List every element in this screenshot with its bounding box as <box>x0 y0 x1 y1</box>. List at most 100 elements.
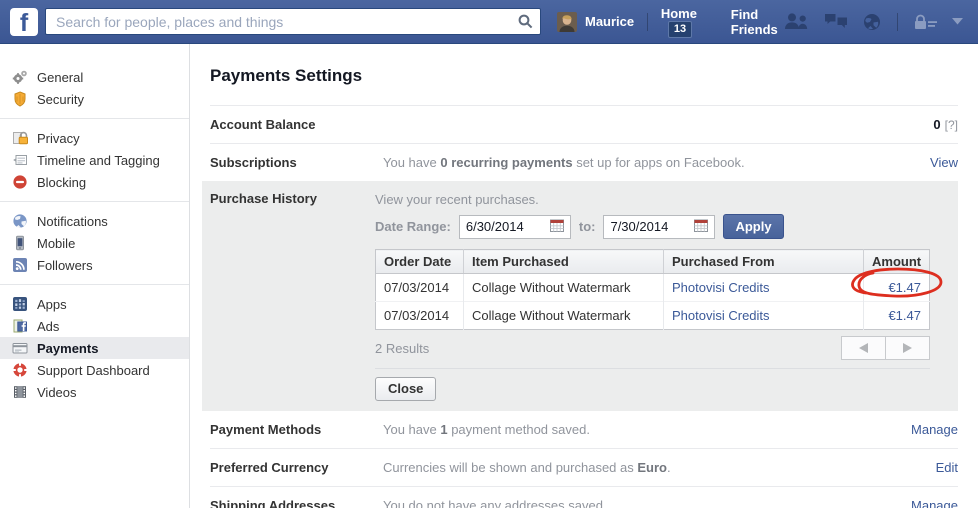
subscriptions-view-link[interactable]: View <box>930 155 958 170</box>
topbar-right: Maurice Home13 Find Friends <box>557 6 964 38</box>
prev-page-button[interactable] <box>841 336 886 360</box>
subscriptions-label: Subscriptions <box>210 155 297 170</box>
date-to-input[interactable]: 7/30/2014 <box>603 214 716 239</box>
cell-item: Collage Without Watermark <box>463 273 664 302</box>
sidebar-group: Privacy Timeline and Tagging Blocking <box>0 118 189 201</box>
subscriptions-row: Subscriptions You have 0 recurring payme… <box>210 143 958 181</box>
subscriptions-text: You have 0 recurring payments set up for… <box>383 155 745 170</box>
date-from-input[interactable]: 6/30/2014 <box>458 214 571 239</box>
calendar-icon[interactable] <box>549 219 564 235</box>
payments-icon <box>12 340 28 356</box>
purchase-table: Order Date Item Purchased Purchased From… <box>375 249 930 330</box>
preferred-currency-row: Preferred Currency Currencies will be sh… <box>210 448 958 486</box>
sidebar-item-label: Support Dashboard <box>37 362 150 378</box>
prev-page-icon <box>859 343 868 353</box>
preferred-currency-edit-link[interactable]: Edit <box>936 460 958 475</box>
next-page-button[interactable] <box>885 336 930 360</box>
preferred-currency-text: Currencies will be shown and purchased a… <box>383 460 671 475</box>
shipping-addresses-manage-link[interactable]: Manage <box>911 498 958 508</box>
shipping-addresses-row: Shipping Addresses You do not have any a… <box>210 486 958 508</box>
search-input[interactable] <box>45 8 541 35</box>
profile-link[interactable]: Maurice <box>557 11 634 32</box>
sidebar-item-label: Ads <box>37 318 60 334</box>
sidebar-item-ads[interactable]: Ads <box>0 315 189 337</box>
sidebar-item-label: Privacy <box>37 130 80 146</box>
sidebar-item-videos[interactable]: Videos <box>0 381 189 403</box>
sidebar-item-payments[interactable]: Payments <box>0 337 189 359</box>
sidebar-item-security[interactable]: Security <box>0 88 189 110</box>
blocking-icon <box>12 174 28 190</box>
date-to-label: to: <box>578 219 596 234</box>
close-row: Close <box>375 368 930 401</box>
search-icon[interactable] <box>518 14 533 34</box>
payment-methods-label: Payment Methods <box>210 422 322 437</box>
col-order-date: Order Date <box>375 249 464 274</box>
shipping-addresses-text: You do not have any addresses saved. <box>383 498 607 508</box>
friend-requests-icon[interactable] <box>784 13 809 30</box>
close-button[interactable]: Close <box>375 377 437 401</box>
account-menu-caret-icon[interactable] <box>952 18 964 25</box>
sidebar-item-followers[interactable]: Followers <box>0 254 189 276</box>
topbar-divider <box>897 12 899 31</box>
account-balance-help-link[interactable]: [?] <box>945 118 958 132</box>
sidebar-group: Apps Ads Payments Support Dashboard Vide… <box>0 284 189 411</box>
purchased-from-link[interactable]: Photovisi Credits <box>672 280 770 295</box>
sidebar-item-notifications[interactable]: Notifications <box>0 210 189 232</box>
messages-icon[interactable] <box>824 13 848 30</box>
cell-item: Collage Without Watermark <box>463 301 664 330</box>
purchase-history-label: Purchase History <box>210 191 317 206</box>
shield-icon <box>12 91 28 107</box>
calendar-icon[interactable] <box>694 219 709 235</box>
col-amount: Amount <box>863 249 930 274</box>
amount-link[interactable]: €1.47 <box>888 308 921 323</box>
account-balance-row: Account Balance 0 [?] <box>210 106 958 143</box>
sidebar-item-label: Mobile <box>37 235 76 251</box>
ads-icon <box>12 318 28 334</box>
purchased-from-link[interactable]: Photovisi Credits <box>672 308 770 323</box>
main-content: Payments Settings Account Balance 0 [?] S… <box>190 44 978 508</box>
avatar <box>557 11 577 32</box>
pagination <box>841 336 930 360</box>
sidebar-item-timeline-and-tagging[interactable]: Timeline and Tagging <box>0 149 189 171</box>
privacy-shortcuts-icon[interactable] <box>914 14 938 30</box>
home-link[interactable]: Home13 <box>661 6 707 38</box>
col-item-purchased: Item Purchased <box>463 249 664 274</box>
page-title: Payments Settings <box>210 44 958 106</box>
payment-methods-row: Payment Methods You have 1 payment metho… <box>210 411 958 448</box>
sidebar-item-privacy[interactable]: Privacy <box>0 127 189 149</box>
sidebar-item-label: Videos <box>37 384 77 400</box>
table-row: 07/03/2014 Collage Without Watermark Pho… <box>375 301 930 330</box>
find-friends-link[interactable]: Find Friends <box>731 7 784 37</box>
cell-order-date: 07/03/2014 <box>375 301 464 330</box>
account-balance-value: 0 <box>933 117 941 132</box>
sidebar-item-support-dashboard[interactable]: Support Dashboard <box>0 359 189 381</box>
results-count: 2 Results <box>375 340 430 356</box>
globe-icon <box>12 213 28 229</box>
payment-methods-manage-link[interactable]: Manage <box>911 422 958 437</box>
notification-count-badge: 13 <box>667 20 693 38</box>
search-box <box>45 8 541 35</box>
payment-methods-text: You have 1 payment method saved. <box>383 422 590 437</box>
purchase-history-description: View your recent purchases. <box>375 192 539 207</box>
preferred-currency-label: Preferred Currency <box>210 460 329 475</box>
amount-link[interactable]: €1.47 <box>888 280 921 295</box>
account-balance-label: Account Balance <box>210 117 316 132</box>
facebook-logo[interactable]: f <box>10 7 38 37</box>
sidebar-item-label: Apps <box>37 296 67 312</box>
sidebar-item-blocking[interactable]: Blocking <box>0 171 189 193</box>
sidebar-item-label: Security <box>37 91 84 107</box>
sidebar-item-general[interactable]: General <box>0 66 189 88</box>
results-row: 2 Results <box>375 336 930 360</box>
sidebar-item-mobile[interactable]: Mobile <box>0 232 189 254</box>
sidebar-item-apps[interactable]: Apps <box>0 293 189 315</box>
col-purchased-from: Purchased From <box>663 249 864 274</box>
table-row: 07/03/2014 Collage Without Watermark Pho… <box>375 273 930 302</box>
sidebar-item-label: Timeline and Tagging <box>37 152 160 168</box>
videos-icon <box>12 384 28 400</box>
table-header-row: Order Date Item Purchased Purchased From… <box>375 249 930 274</box>
sidebar-group: General Security <box>0 58 189 118</box>
notifications-jewel-icon[interactable] <box>863 13 881 31</box>
apply-button[interactable]: Apply <box>723 214 784 239</box>
date-range-label: Date Range: <box>375 219 451 234</box>
shipping-addresses-label: Shipping Addresses <box>210 498 336 508</box>
